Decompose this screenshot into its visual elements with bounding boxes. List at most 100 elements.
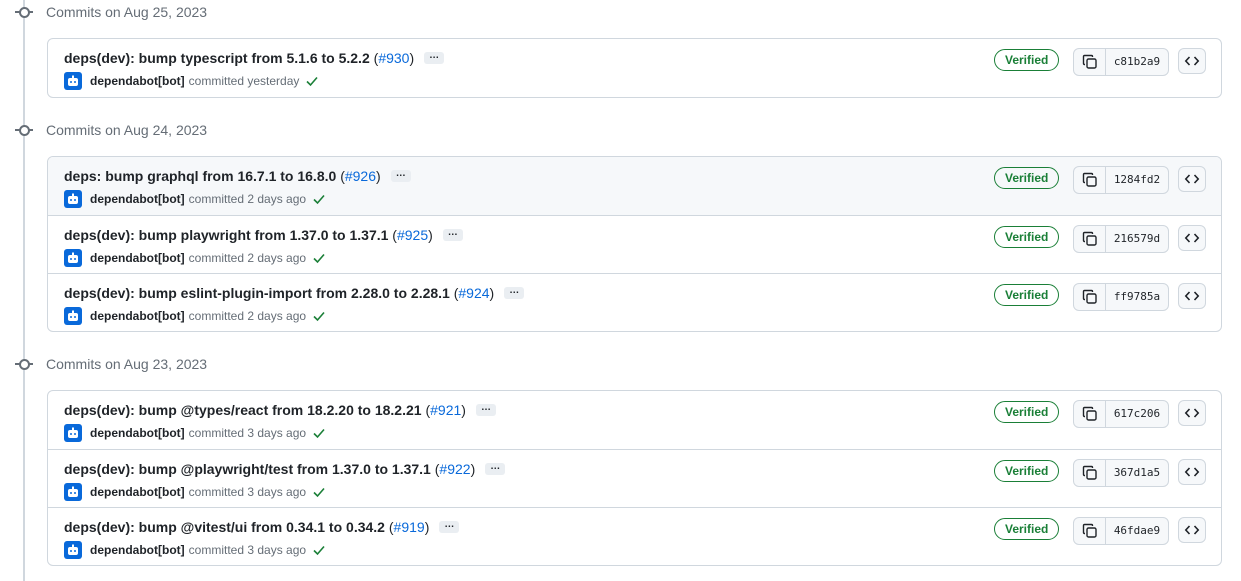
commit-title[interactable]: deps: bump graphql from 16.7.1 to 16.8.0… [64, 168, 411, 184]
copy-icon[interactable] [1074, 226, 1106, 252]
commit-title[interactable]: deps(dev): bump playwright from 1.37.0 t… [64, 227, 463, 243]
code-icon[interactable] [1178, 459, 1206, 485]
check-icon[interactable] [312, 543, 326, 557]
expand-message-button[interactable]: … [439, 520, 460, 533]
commit-time: committed 2 days ago [188, 309, 307, 323]
commit-sha-link[interactable]: ff9785a [1106, 284, 1168, 310]
commit-sha-link[interactable]: 216579d [1106, 226, 1168, 252]
commit-list: deps(dev): bump @types/react from 18.2.2… [47, 390, 1222, 566]
verified-badge[interactable]: Verified [994, 226, 1060, 248]
check-icon[interactable] [312, 251, 326, 265]
dependabot-icon[interactable] [64, 249, 82, 267]
verified-badge[interactable]: Verified [994, 518, 1060, 540]
copy-icon[interactable] [1074, 49, 1106, 75]
dependabot-icon[interactable] [64, 541, 82, 559]
commit-message[interactable]: deps(dev): bump typescript from 5.1.6 to… [64, 50, 370, 66]
commit-message[interactable]: deps(dev): bump @playwright/test from 1.… [64, 461, 431, 477]
commit-sha-link[interactable]: 617c206 [1106, 401, 1168, 427]
verified-badge[interactable]: Verified [994, 401, 1060, 423]
author-link[interactable]: dependabot[bot] [90, 426, 185, 440]
commit-time: committed 3 days ago [188, 543, 307, 557]
author-link[interactable]: dependabot[bot] [90, 74, 185, 88]
pr-link[interactable]: #930 [378, 50, 409, 66]
commit-time: committed 2 days ago [188, 251, 307, 265]
copy-icon[interactable] [1074, 460, 1106, 486]
commit-message[interactable]: deps(dev): bump eslint-plugin-import fro… [64, 285, 450, 301]
code-icon[interactable] [1178, 225, 1206, 251]
expand-message-button[interactable]: … [424, 51, 445, 64]
expand-message-button[interactable]: … [390, 169, 411, 182]
commit-message[interactable]: deps(dev): bump playwright from 1.37.0 t… [64, 227, 388, 243]
author-link[interactable]: dependabot[bot] [90, 543, 185, 557]
commit-row: deps(dev): bump typescript from 5.1.6 to… [48, 39, 1221, 97]
commit-row: deps: bump graphql from 16.7.1 to 16.8.0… [48, 157, 1221, 215]
expand-message-button[interactable]: … [504, 286, 525, 299]
author-link[interactable]: dependabot[bot] [90, 485, 185, 499]
dependabot-icon[interactable] [64, 307, 82, 325]
commit-time: committed yesterday [188, 74, 300, 88]
verified-badge[interactable]: Verified [994, 460, 1060, 482]
group-date-label: Commits on Aug 25, 2023 [46, 4, 208, 20]
author-link[interactable]: dependabot[bot] [90, 192, 185, 206]
verified-badge[interactable]: Verified [994, 167, 1060, 189]
commit-meta: dependabot[bot] committed yesterday [64, 72, 319, 90]
git-commit-icon [14, 2, 34, 22]
copy-icon[interactable] [1074, 401, 1106, 427]
sha-button-group: ff9785a [1073, 283, 1169, 311]
commit-title[interactable]: deps(dev): bump @playwright/test from 1.… [64, 461, 506, 477]
check-icon[interactable] [312, 426, 326, 440]
commit-meta: dependabot[bot] committed 2 days ago [64, 249, 326, 267]
author-link[interactable]: dependabot[bot] [90, 251, 185, 265]
commit-sha-link[interactable]: c81b2a9 [1106, 49, 1168, 75]
copy-icon[interactable] [1074, 284, 1106, 310]
code-icon[interactable] [1178, 517, 1206, 543]
pr-link[interactable]: #925 [397, 227, 428, 243]
copy-icon[interactable] [1074, 167, 1106, 193]
check-icon[interactable] [305, 74, 319, 88]
commit-row: deps(dev): bump playwright from 1.37.0 t… [48, 215, 1221, 273]
commit-sha-link[interactable]: 46fdae9 [1106, 518, 1168, 544]
dependabot-icon[interactable] [64, 483, 82, 501]
check-icon[interactable] [312, 309, 326, 323]
commit-message[interactable]: deps(dev): bump @types/react from 18.2.2… [64, 402, 422, 418]
dependabot-icon[interactable] [64, 190, 82, 208]
copy-icon[interactable] [1074, 518, 1106, 544]
commit-row: deps(dev): bump eslint-plugin-import fro… [48, 273, 1221, 331]
commit-sha-link[interactable]: 1284fd2 [1106, 167, 1168, 193]
code-icon[interactable] [1178, 48, 1206, 74]
sha-button-group: 617c206 [1073, 400, 1169, 428]
commit-list: deps(dev): bump typescript from 5.1.6 to… [47, 38, 1222, 98]
sha-button-group: 216579d [1073, 225, 1169, 253]
group-date-label: Commits on Aug 23, 2023 [46, 356, 208, 372]
expand-message-button[interactable]: … [442, 228, 463, 241]
commit-title[interactable]: deps(dev): bump @vitest/ui from 0.34.1 t… [64, 519, 460, 535]
commit-message[interactable]: deps(dev): bump @vitest/ui from 0.34.1 t… [64, 519, 385, 535]
code-icon[interactable] [1178, 166, 1206, 192]
check-icon[interactable] [312, 192, 326, 206]
commit-title[interactable]: deps(dev): bump @types/react from 18.2.2… [64, 402, 496, 418]
pr-link[interactable]: #924 [458, 285, 489, 301]
sha-button-group: 46fdae9 [1073, 517, 1169, 545]
commit-sha-link[interactable]: 367d1a5 [1106, 460, 1168, 486]
commit-message[interactable]: deps: bump graphql from 16.7.1 to 16.8.0 [64, 168, 336, 184]
pr-link[interactable]: #922 [439, 461, 470, 477]
git-commit-icon [14, 354, 34, 374]
commit-title[interactable]: deps(dev): bump eslint-plugin-import fro… [64, 285, 525, 301]
code-icon[interactable] [1178, 283, 1206, 309]
expand-message-button[interactable]: … [475, 403, 496, 416]
code-icon[interactable] [1178, 400, 1206, 426]
commit-title[interactable]: deps(dev): bump typescript from 5.1.6 to… [64, 50, 445, 66]
author-link[interactable]: dependabot[bot] [90, 309, 185, 323]
pr-link[interactable]: #919 [394, 519, 425, 535]
pr-link[interactable]: #926 [345, 168, 376, 184]
commit-row: deps(dev): bump @types/react from 18.2.2… [48, 391, 1221, 449]
check-icon[interactable] [312, 485, 326, 499]
verified-badge[interactable]: Verified [994, 284, 1060, 306]
dependabot-icon[interactable] [64, 72, 82, 90]
commit-meta: dependabot[bot] committed 2 days ago [64, 190, 326, 208]
expand-message-button[interactable]: … [485, 462, 506, 475]
dependabot-icon[interactable] [64, 424, 82, 442]
pr-link[interactable]: #921 [430, 402, 461, 418]
verified-badge[interactable]: Verified [994, 49, 1060, 71]
commit-meta: dependabot[bot] committed 3 days ago [64, 424, 326, 442]
